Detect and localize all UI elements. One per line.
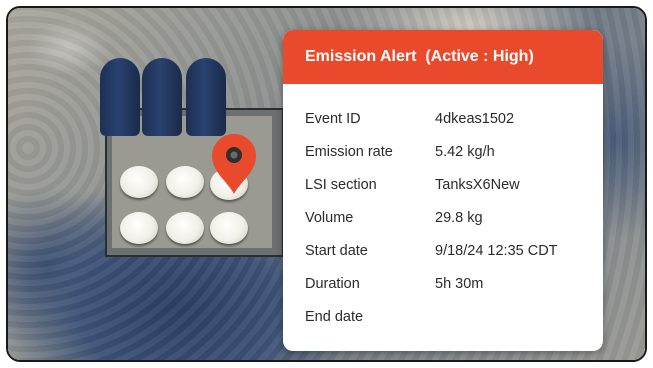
field-value: 5h 30m xyxy=(435,275,484,292)
detail-row-volume: Volume 29.8 kg xyxy=(283,201,603,234)
detail-row-event-id: Event ID 4dkeas1502 xyxy=(283,102,603,135)
field-label: Event ID xyxy=(305,110,361,127)
map-pin-icon[interactable] xyxy=(208,132,260,196)
storage-cylinder xyxy=(142,58,182,136)
tank xyxy=(166,212,204,244)
detail-row-emission-rate: Emission rate 5.42 kg/h xyxy=(283,135,603,168)
detail-row-start-date: Start date 9/18/24 12:35 CDT xyxy=(283,234,603,267)
tank xyxy=(120,212,158,244)
field-label: Emission rate xyxy=(305,143,393,160)
field-value: TanksX6New xyxy=(435,176,520,193)
detail-row-duration: Duration 5h 30m xyxy=(283,267,603,300)
tank xyxy=(210,212,248,244)
tank xyxy=(166,166,204,198)
alert-details: Event ID 4dkeas1502 Emission rate 5.42 k… xyxy=(283,84,603,333)
detail-row-lsi-section: LSI section TanksX6New xyxy=(283,168,603,201)
detail-row-end-date: End date xyxy=(283,300,603,333)
field-label: LSI section xyxy=(305,176,377,193)
alert-title: Emission Alert xyxy=(305,48,417,65)
field-label: Duration xyxy=(305,275,360,292)
storage-cylinder xyxy=(100,58,140,136)
field-value: 4dkeas1502 xyxy=(435,110,515,127)
emission-alert-card: Emission Alert (Active : High) Event ID … xyxy=(283,30,603,351)
tank xyxy=(120,166,158,198)
field-label: Start date xyxy=(305,242,368,259)
field-value: 29.8 kg xyxy=(435,209,483,226)
storage-cylinder xyxy=(186,58,226,136)
field-value: 9/18/24 12:35 CDT xyxy=(435,242,558,259)
alert-header: Emission Alert (Active : High) xyxy=(283,30,603,84)
field-label: Volume xyxy=(305,209,354,226)
alert-status: (Active : High) xyxy=(425,48,534,65)
field-value: 5.42 kg/h xyxy=(435,143,495,160)
field-label: End date xyxy=(305,308,364,325)
